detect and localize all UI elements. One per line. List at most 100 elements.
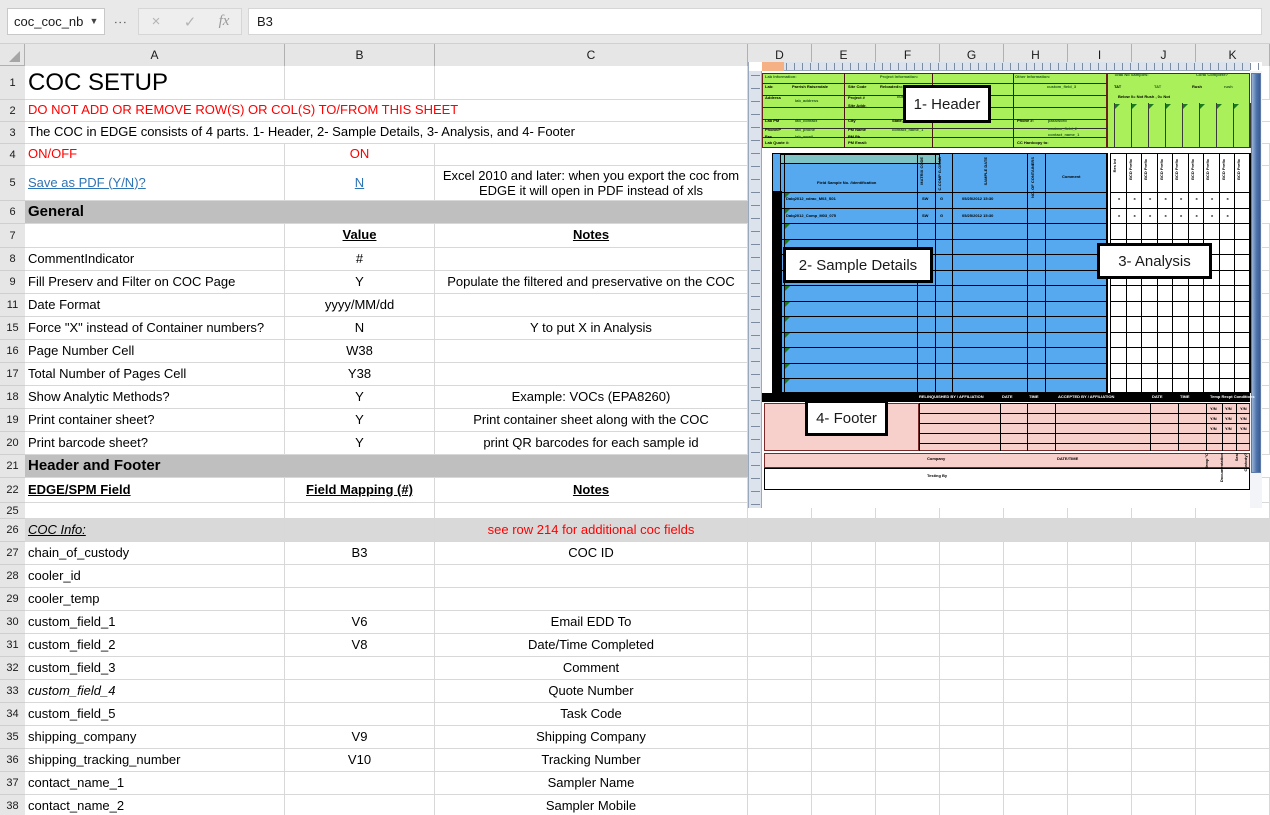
row-header-29[interactable]: 29 [0, 588, 25, 611]
cell-f34[interactable] [876, 703, 940, 725]
cell-e31[interactable] [812, 634, 876, 656]
row-header-3[interactable]: 3 [0, 122, 25, 144]
cell-c9[interactable]: Populate the filtered and preservative o… [435, 271, 748, 293]
cell-d29[interactable] [748, 588, 812, 610]
cell-g29[interactable] [940, 588, 1004, 610]
cell-b30[interactable]: V6 [285, 611, 435, 633]
row-header-31[interactable]: 31 [0, 634, 25, 657]
confirm-icon[interactable]: ✓ [174, 13, 206, 31]
row-header-20[interactable]: 20 [0, 432, 25, 455]
cell-k31[interactable] [1196, 634, 1270, 656]
cell-i38[interactable] [1068, 795, 1132, 815]
cell-e37[interactable] [812, 772, 876, 794]
cell-a28[interactable]: cooler_id [25, 565, 285, 587]
cell-b9[interactable]: Y [285, 271, 435, 293]
cell-e36[interactable] [812, 749, 876, 771]
cell-a3[interactable]: The COC in EDGE consists of 4 parts. 1- … [25, 122, 748, 143]
column-header-a[interactable]: A [25, 44, 285, 66]
cancel-icon[interactable]: × [140, 13, 172, 30]
cell-b8[interactable]: # [285, 248, 435, 270]
cell-k35[interactable] [1196, 726, 1270, 748]
cell-e28[interactable] [812, 565, 876, 587]
cell-b26[interactable] [285, 519, 435, 541]
cell-b28[interactable] [285, 565, 435, 587]
cell-a11[interactable]: Date Format [25, 294, 285, 316]
cell-a31[interactable]: custom_field_2 [25, 634, 285, 656]
cell-b38[interactable] [285, 795, 435, 815]
cell-j29[interactable] [1132, 588, 1196, 610]
cell-b18[interactable]: Y [285, 386, 435, 408]
cell-g37[interactable] [940, 772, 1004, 794]
cell-d35[interactable] [748, 726, 812, 748]
cell-k37[interactable] [1196, 772, 1270, 794]
cell-j38[interactable] [1132, 795, 1196, 815]
row-header-34[interactable]: 34 [0, 703, 25, 726]
cell-e34[interactable] [812, 703, 876, 725]
cell-g36[interactable] [940, 749, 1004, 771]
cell-d37[interactable] [748, 772, 812, 794]
cell-i31[interactable] [1068, 634, 1132, 656]
cell-d38[interactable] [748, 795, 812, 815]
cell-b34[interactable] [285, 703, 435, 725]
cell-a18[interactable]: Show Analytic Methods? [25, 386, 285, 408]
cell-h37[interactable] [1004, 772, 1068, 794]
cell-b27[interactable]: B3 [285, 542, 435, 564]
row-header-36[interactable]: 36 [0, 749, 25, 772]
cell-e33[interactable] [812, 680, 876, 702]
cell-k38[interactable] [1196, 795, 1270, 815]
cell-j30[interactable] [1132, 611, 1196, 633]
cell-f30[interactable] [876, 611, 940, 633]
cell-f31[interactable] [876, 634, 940, 656]
row-header-15[interactable]: 15 [0, 317, 25, 340]
cell-k29[interactable] [1196, 588, 1270, 610]
cell-d28[interactable] [748, 565, 812, 587]
cell-b15[interactable]: N [285, 317, 435, 339]
cell-i29[interactable] [1068, 588, 1132, 610]
formula-input[interactable]: B3 [248, 8, 1262, 35]
cell-k34[interactable] [1196, 703, 1270, 725]
cell-k33[interactable] [1196, 680, 1270, 702]
cell-k27[interactable] [1196, 542, 1270, 564]
cell-h29[interactable] [1004, 588, 1068, 610]
row-header-33[interactable]: 33 [0, 680, 25, 703]
cell-f27[interactable] [876, 542, 940, 564]
cell-b29[interactable] [285, 588, 435, 610]
cell-e27[interactable] [812, 542, 876, 564]
cell-i35[interactable] [1068, 726, 1132, 748]
cell-c35[interactable]: Shipping Company [435, 726, 748, 748]
cell-b33[interactable] [285, 680, 435, 702]
cell-c26[interactable]: see row 214 for additional coc fields [435, 519, 748, 541]
cell-c34[interactable]: Task Code [435, 703, 748, 725]
cell-h33[interactable] [1004, 680, 1068, 702]
row-header-5[interactable]: 5 [0, 166, 25, 201]
cell-c15[interactable]: Y to put X in Analysis [435, 317, 748, 339]
cell-g38[interactable] [940, 795, 1004, 815]
row-header-4[interactable]: 4 [0, 144, 25, 166]
row-header-6[interactable]: 6 [0, 201, 25, 224]
cell-b4[interactable]: ON [285, 144, 435, 165]
cell-b37[interactable] [285, 772, 435, 794]
row-header-2[interactable]: 2 [0, 100, 25, 122]
row-header-22[interactable]: 22 [0, 478, 25, 503]
cell-c28[interactable] [435, 565, 748, 587]
row-header-8[interactable]: 8 [0, 248, 25, 271]
cell-c16[interactable] [435, 340, 748, 362]
column-header-c[interactable]: C [435, 44, 748, 66]
cell-d36[interactable] [748, 749, 812, 771]
cell-e35[interactable] [812, 726, 876, 748]
cell-c27[interactable]: COC ID [435, 542, 748, 564]
cell-g35[interactable] [940, 726, 1004, 748]
cell-f37[interactable] [876, 772, 940, 794]
cell-g27[interactable] [940, 542, 1004, 564]
cell-c5[interactable]: Excel 2010 and later: when you export th… [435, 166, 748, 200]
cell-g30[interactable] [940, 611, 1004, 633]
cell-h28[interactable] [1004, 565, 1068, 587]
cell-d34[interactable] [748, 703, 812, 725]
row-header-28[interactable]: 28 [0, 565, 25, 588]
cell-c11[interactable] [435, 294, 748, 316]
cell-b36[interactable]: V10 [285, 749, 435, 771]
cell-h35[interactable] [1004, 726, 1068, 748]
cell-a8[interactable]: CommentIndicator [25, 248, 285, 270]
cell-k30[interactable] [1196, 611, 1270, 633]
cell-f28[interactable] [876, 565, 940, 587]
